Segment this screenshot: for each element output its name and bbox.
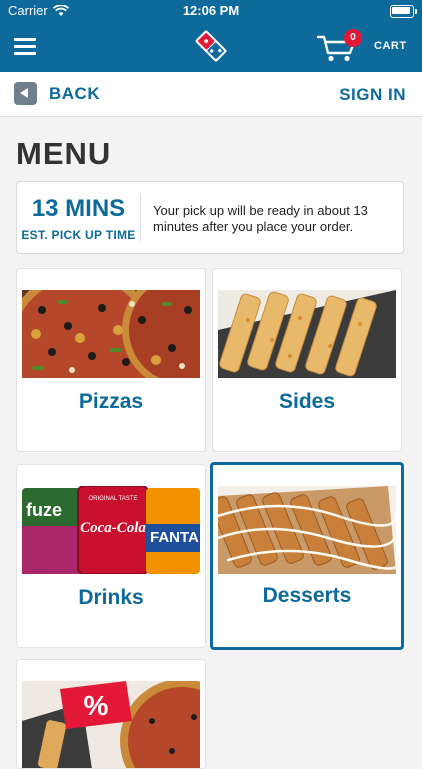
can-text: fuze xyxy=(26,500,62,520)
pickup-time-label: EST. PICK UP TIME xyxy=(21,228,136,242)
clock: 12:06 PM xyxy=(182,3,240,18)
can-text: FANTA xyxy=(150,529,199,546)
cart-label[interactable]: CART xyxy=(374,40,407,52)
category-tile-desserts[interactable]: Desserts xyxy=(210,462,404,650)
back-button[interactable]: BACK xyxy=(14,82,100,105)
bottle-text: Coca-Cola xyxy=(80,520,146,536)
top-bar: Carrier 12:06 PM 0 CART xyxy=(0,0,422,72)
category-label: Drinks xyxy=(78,586,144,609)
pickup-time: 13 MINS xyxy=(31,195,126,222)
deals-image: % xyxy=(22,681,200,768)
category-tile-drinks[interactable]: fuze ORIGINAL TASTE Coca-Cola FANTA Drin… xyxy=(16,464,206,648)
category-label: Sides xyxy=(278,390,336,413)
category-tile-pizzas[interactable]: Pizzas xyxy=(16,268,206,452)
divider xyxy=(140,194,141,241)
battery-icon xyxy=(390,5,417,18)
status-bar: Carrier 12:06 PM xyxy=(0,0,422,22)
bottle-top-text: ORIGINAL TASTE xyxy=(89,496,138,502)
category-label: Desserts xyxy=(262,584,352,607)
sign-in-link[interactable]: SIGN IN xyxy=(339,85,406,105)
deal-tag-text: % xyxy=(84,690,109,721)
nav-bar: BACK SIGN IN xyxy=(0,72,422,117)
category-tile-sides[interactable]: Sides xyxy=(212,268,402,452)
drinks-image: fuze ORIGINAL TASTE Coca-Cola FANTA xyxy=(22,486,200,574)
back-label: BACK xyxy=(49,83,101,103)
dominos-logo[interactable] xyxy=(193,28,229,64)
pickup-time-block: 13 MINS EST. PICK UP TIME xyxy=(17,182,140,253)
desserts-image xyxy=(218,486,396,574)
pickup-estimate-card: 13 MINS EST. PICK UP TIME Your pick up w… xyxy=(16,181,404,254)
back-arrow-icon xyxy=(14,82,37,105)
category-tile-deals[interactable]: % xyxy=(16,659,206,769)
page-title: MENU xyxy=(16,136,112,171)
cart-count-badge: 0 xyxy=(344,29,362,47)
hamburger-icon[interactable] xyxy=(14,38,36,56)
category-label: Pizzas xyxy=(78,390,144,413)
pizza-image xyxy=(22,290,200,378)
sides-image xyxy=(218,290,396,378)
pickup-message: Your pick up will be ready in about 13 m… xyxy=(153,203,368,234)
